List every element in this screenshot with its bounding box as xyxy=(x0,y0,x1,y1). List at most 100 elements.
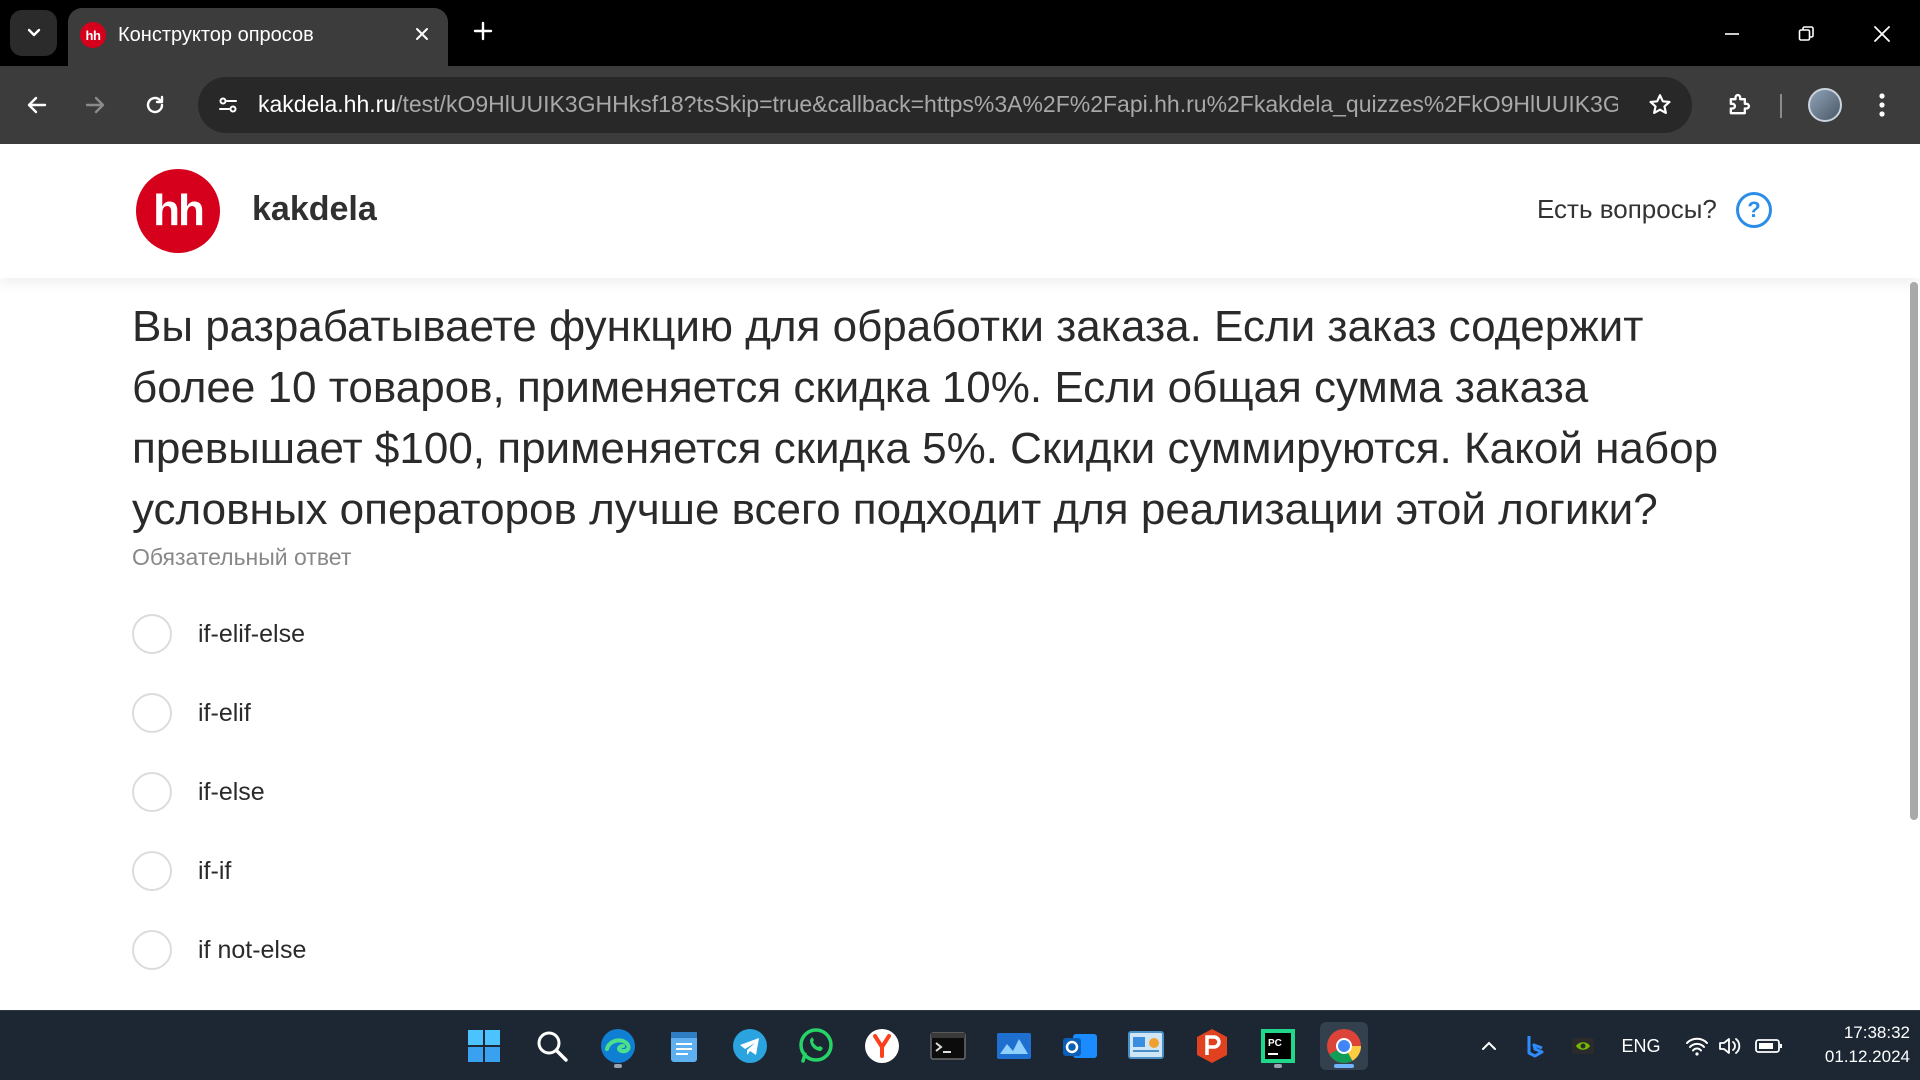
show-hidden-icons-button[interactable] xyxy=(1474,1031,1504,1061)
question-circle-icon[interactable]: ? xyxy=(1736,192,1772,228)
chrome-icon[interactable] xyxy=(1320,1022,1368,1070)
tune-icon xyxy=(219,97,237,113)
new-tab-button[interactable] xyxy=(466,14,500,48)
restore-icon xyxy=(1798,26,1814,41)
forward-button[interactable] xyxy=(74,84,116,126)
answer-label: if-else xyxy=(198,777,265,806)
telegram-icon[interactable] xyxy=(726,1022,774,1070)
minimize-button[interactable] xyxy=(1712,14,1752,54)
pycharm-icon[interactable]: PC xyxy=(1254,1022,1302,1070)
windows-logo-icon xyxy=(468,1030,500,1062)
start-icon[interactable] xyxy=(460,1022,508,1070)
psiphon-icon[interactable] xyxy=(1188,1022,1236,1070)
scroll-thumb[interactable] xyxy=(1910,282,1918,820)
answer-label: if-elif xyxy=(198,698,251,727)
url-path: /test/kO9HlUUIK3GHHksf18?tsSkip=true&cal… xyxy=(396,91,1618,117)
radio-button[interactable] xyxy=(132,851,172,891)
hh-favicon-icon: hh xyxy=(80,22,106,48)
web-page: hh kakdela Есть вопросы? ? Вы разрабатыв… xyxy=(0,144,1920,1010)
browser-menu-button[interactable] xyxy=(1866,84,1898,126)
tab-close-button[interactable] xyxy=(408,20,436,48)
whatsapp-logo-icon xyxy=(799,1028,833,1063)
radio-button[interactable] xyxy=(132,772,172,812)
toolbar-divider xyxy=(1780,94,1782,118)
help-link[interactable]: Есть вопросы? xyxy=(1537,194,1717,225)
brand-name: kakdela xyxy=(252,190,377,228)
svg-text:PC: PC xyxy=(1268,1038,1282,1049)
chevron-up-icon xyxy=(1482,1041,1496,1050)
profile-avatar[interactable] xyxy=(1808,88,1842,122)
system-clock[interactable]: 17:38:32 01.12.2024 xyxy=(1800,1021,1910,1069)
edge-logo-icon xyxy=(601,1029,635,1063)
magnifier-icon xyxy=(537,1031,568,1062)
site-info-button[interactable] xyxy=(212,89,244,121)
arrow-left-icon xyxy=(27,96,47,114)
hh-logo[interactable]: hh xyxy=(136,169,220,253)
windows-taskbar: PC ENG 17:38:32 01.12.2024 xyxy=(0,1010,1920,1080)
yandex-browser-icon[interactable] xyxy=(858,1022,906,1070)
outlook-icon[interactable] xyxy=(1056,1022,1104,1070)
site-header: hh kakdela Есть вопросы? ? xyxy=(0,144,1920,278)
running-indicator xyxy=(1334,1064,1354,1068)
chart-window-icon xyxy=(997,1033,1031,1059)
answer-option[interactable]: if-elif-else xyxy=(132,614,632,654)
battery-tray-icon[interactable] xyxy=(1752,1031,1786,1061)
chrome-logo-icon xyxy=(1327,1029,1361,1063)
arrow-right-icon xyxy=(85,96,105,114)
wifi-icon xyxy=(1686,1037,1708,1056)
answer-label: if not-else xyxy=(198,935,307,964)
control-panel-logo-icon xyxy=(1128,1031,1164,1059)
reload-button[interactable] xyxy=(134,84,176,126)
terminal-icon[interactable] xyxy=(924,1022,972,1070)
radio-button[interactable] xyxy=(132,930,172,970)
nvidia-icon xyxy=(1572,1038,1594,1054)
whatsapp-icon[interactable] xyxy=(792,1022,840,1070)
terminal-logo-icon xyxy=(930,1032,966,1060)
running-indicator xyxy=(1274,1064,1282,1068)
more-vertical-icon xyxy=(1879,93,1885,117)
window-close-button[interactable] xyxy=(1862,14,1902,54)
clock-time: 17:38:32 xyxy=(1843,1023,1910,1042)
chevron-down-icon xyxy=(27,28,40,37)
edge-icon[interactable] xyxy=(594,1022,642,1070)
nvidia-tray-icon[interactable] xyxy=(1568,1031,1598,1061)
wifi-tray-icon[interactable] xyxy=(1682,1031,1712,1061)
answer-option[interactable]: if not-else xyxy=(132,930,632,970)
battery-icon xyxy=(1755,1039,1782,1053)
page-scrollbar[interactable] xyxy=(1908,278,1920,1010)
answer-option[interactable]: if-else xyxy=(132,772,632,812)
monitor-app-icon[interactable] xyxy=(990,1022,1038,1070)
close-icon xyxy=(1874,26,1890,42)
required-note: Обязательный ответ xyxy=(132,544,352,570)
bookmark-button[interactable] xyxy=(1644,89,1676,121)
language-indicator[interactable]: ENG xyxy=(1616,1031,1666,1061)
minimize-icon xyxy=(1725,33,1739,35)
back-button[interactable] xyxy=(16,84,58,126)
answer-option[interactable]: if-if xyxy=(132,851,632,891)
restore-button[interactable] xyxy=(1786,14,1826,54)
url-host: kakdela.hh.ru xyxy=(258,91,397,117)
radio-button[interactable] xyxy=(132,693,172,733)
speaker-icon xyxy=(1719,1038,1741,1054)
telegram-logo-icon xyxy=(733,1029,767,1063)
active-tab[interactable]: hh Конструктор опросов xyxy=(68,8,448,66)
url-text[interactable]: kakdela.hh.ru/test/kO9HlUUIK3GHHksf18?ts… xyxy=(258,91,1618,118)
volume-tray-icon[interactable] xyxy=(1716,1031,1746,1061)
search-icon[interactable] xyxy=(528,1022,576,1070)
question-text: Вы разрабатываете функцию для обработки … xyxy=(132,302,1719,534)
radio-button[interactable] xyxy=(132,614,172,654)
extensions-button[interactable] xyxy=(1718,84,1760,126)
bing-tray-icon[interactable] xyxy=(1520,1031,1550,1061)
notepad-icon[interactable] xyxy=(660,1022,708,1070)
address-bar[interactable]: kakdela.hh.ru/test/kO9HlUUIK3GHHksf18?ts… xyxy=(198,77,1692,133)
tab-search-button[interactable] xyxy=(10,10,57,56)
control-panel-icon[interactable] xyxy=(1122,1022,1170,1070)
yandex-logo-icon xyxy=(865,1029,899,1063)
tab-title: Конструктор опросов xyxy=(118,24,314,46)
pycharm-logo-icon: PC xyxy=(1261,1029,1295,1063)
running-indicator xyxy=(614,1064,622,1068)
plus-icon xyxy=(473,21,493,41)
answer-label: if-if xyxy=(198,856,232,885)
answer-option[interactable]: if-elif xyxy=(132,693,632,733)
outlook-logo-icon xyxy=(1063,1034,1097,1058)
